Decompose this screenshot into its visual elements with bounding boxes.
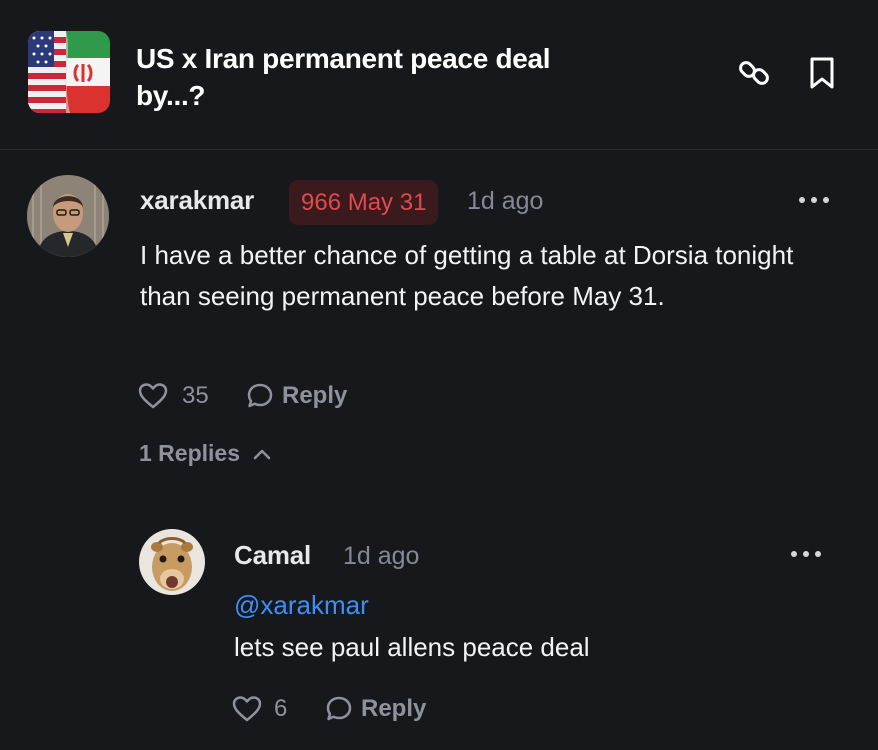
- user-avatar-image: [139, 529, 205, 595]
- comment-body: I have a better chance of getting a tabl…: [140, 240, 794, 311]
- like-button[interactable]: 35: [138, 382, 209, 410]
- heart-icon: [232, 696, 262, 722]
- reply-body: lets see paul allens peace deal: [234, 632, 590, 662]
- replies-toggle[interactable]: 1 Replies: [139, 440, 272, 467]
- user-avatar-image: [27, 175, 109, 257]
- speech-bubble-icon: [247, 383, 273, 408]
- reply-username[interactable]: Camal: [234, 540, 311, 571]
- comment-username[interactable]: xarakmar: [140, 185, 254, 216]
- heart-icon: [138, 383, 168, 409]
- position-badge: 966 May 31: [289, 180, 439, 225]
- bookmark-icon[interactable]: [804, 55, 840, 91]
- market-header: US x Iran permanent peace deal by...?: [0, 0, 878, 150]
- like-button[interactable]: 6: [232, 695, 287, 723]
- market-title[interactable]: US x Iran permanent peace deal by...?: [136, 40, 566, 114]
- more-options-icon[interactable]: [796, 188, 832, 212]
- like-count: 35: [182, 382, 209, 409]
- like-count: 6: [274, 695, 288, 722]
- more-options-icon[interactable]: [788, 542, 824, 566]
- speech-bubble-icon: [326, 696, 352, 721]
- link-icon[interactable]: [736, 55, 772, 91]
- comment-timestamp: 1d ago: [467, 187, 544, 215]
- flag-collage-graphic: [28, 31, 110, 113]
- reply-label: Reply: [282, 382, 348, 409]
- avatar[interactable]: [139, 529, 205, 595]
- reply-label: Reply: [361, 695, 427, 722]
- replies-count-label: 1 Replies: [139, 440, 240, 466]
- chevron-up-icon: [253, 449, 271, 459]
- reply-button[interactable]: Reply: [246, 382, 347, 410]
- avatar[interactable]: [27, 175, 109, 257]
- reply-button[interactable]: Reply: [325, 695, 426, 723]
- us-iran-flags-image[interactable]: [28, 31, 110, 113]
- reply-timestamp: 1d ago: [343, 542, 420, 570]
- user-mention-link[interactable]: @xarakmar: [234, 590, 369, 621]
